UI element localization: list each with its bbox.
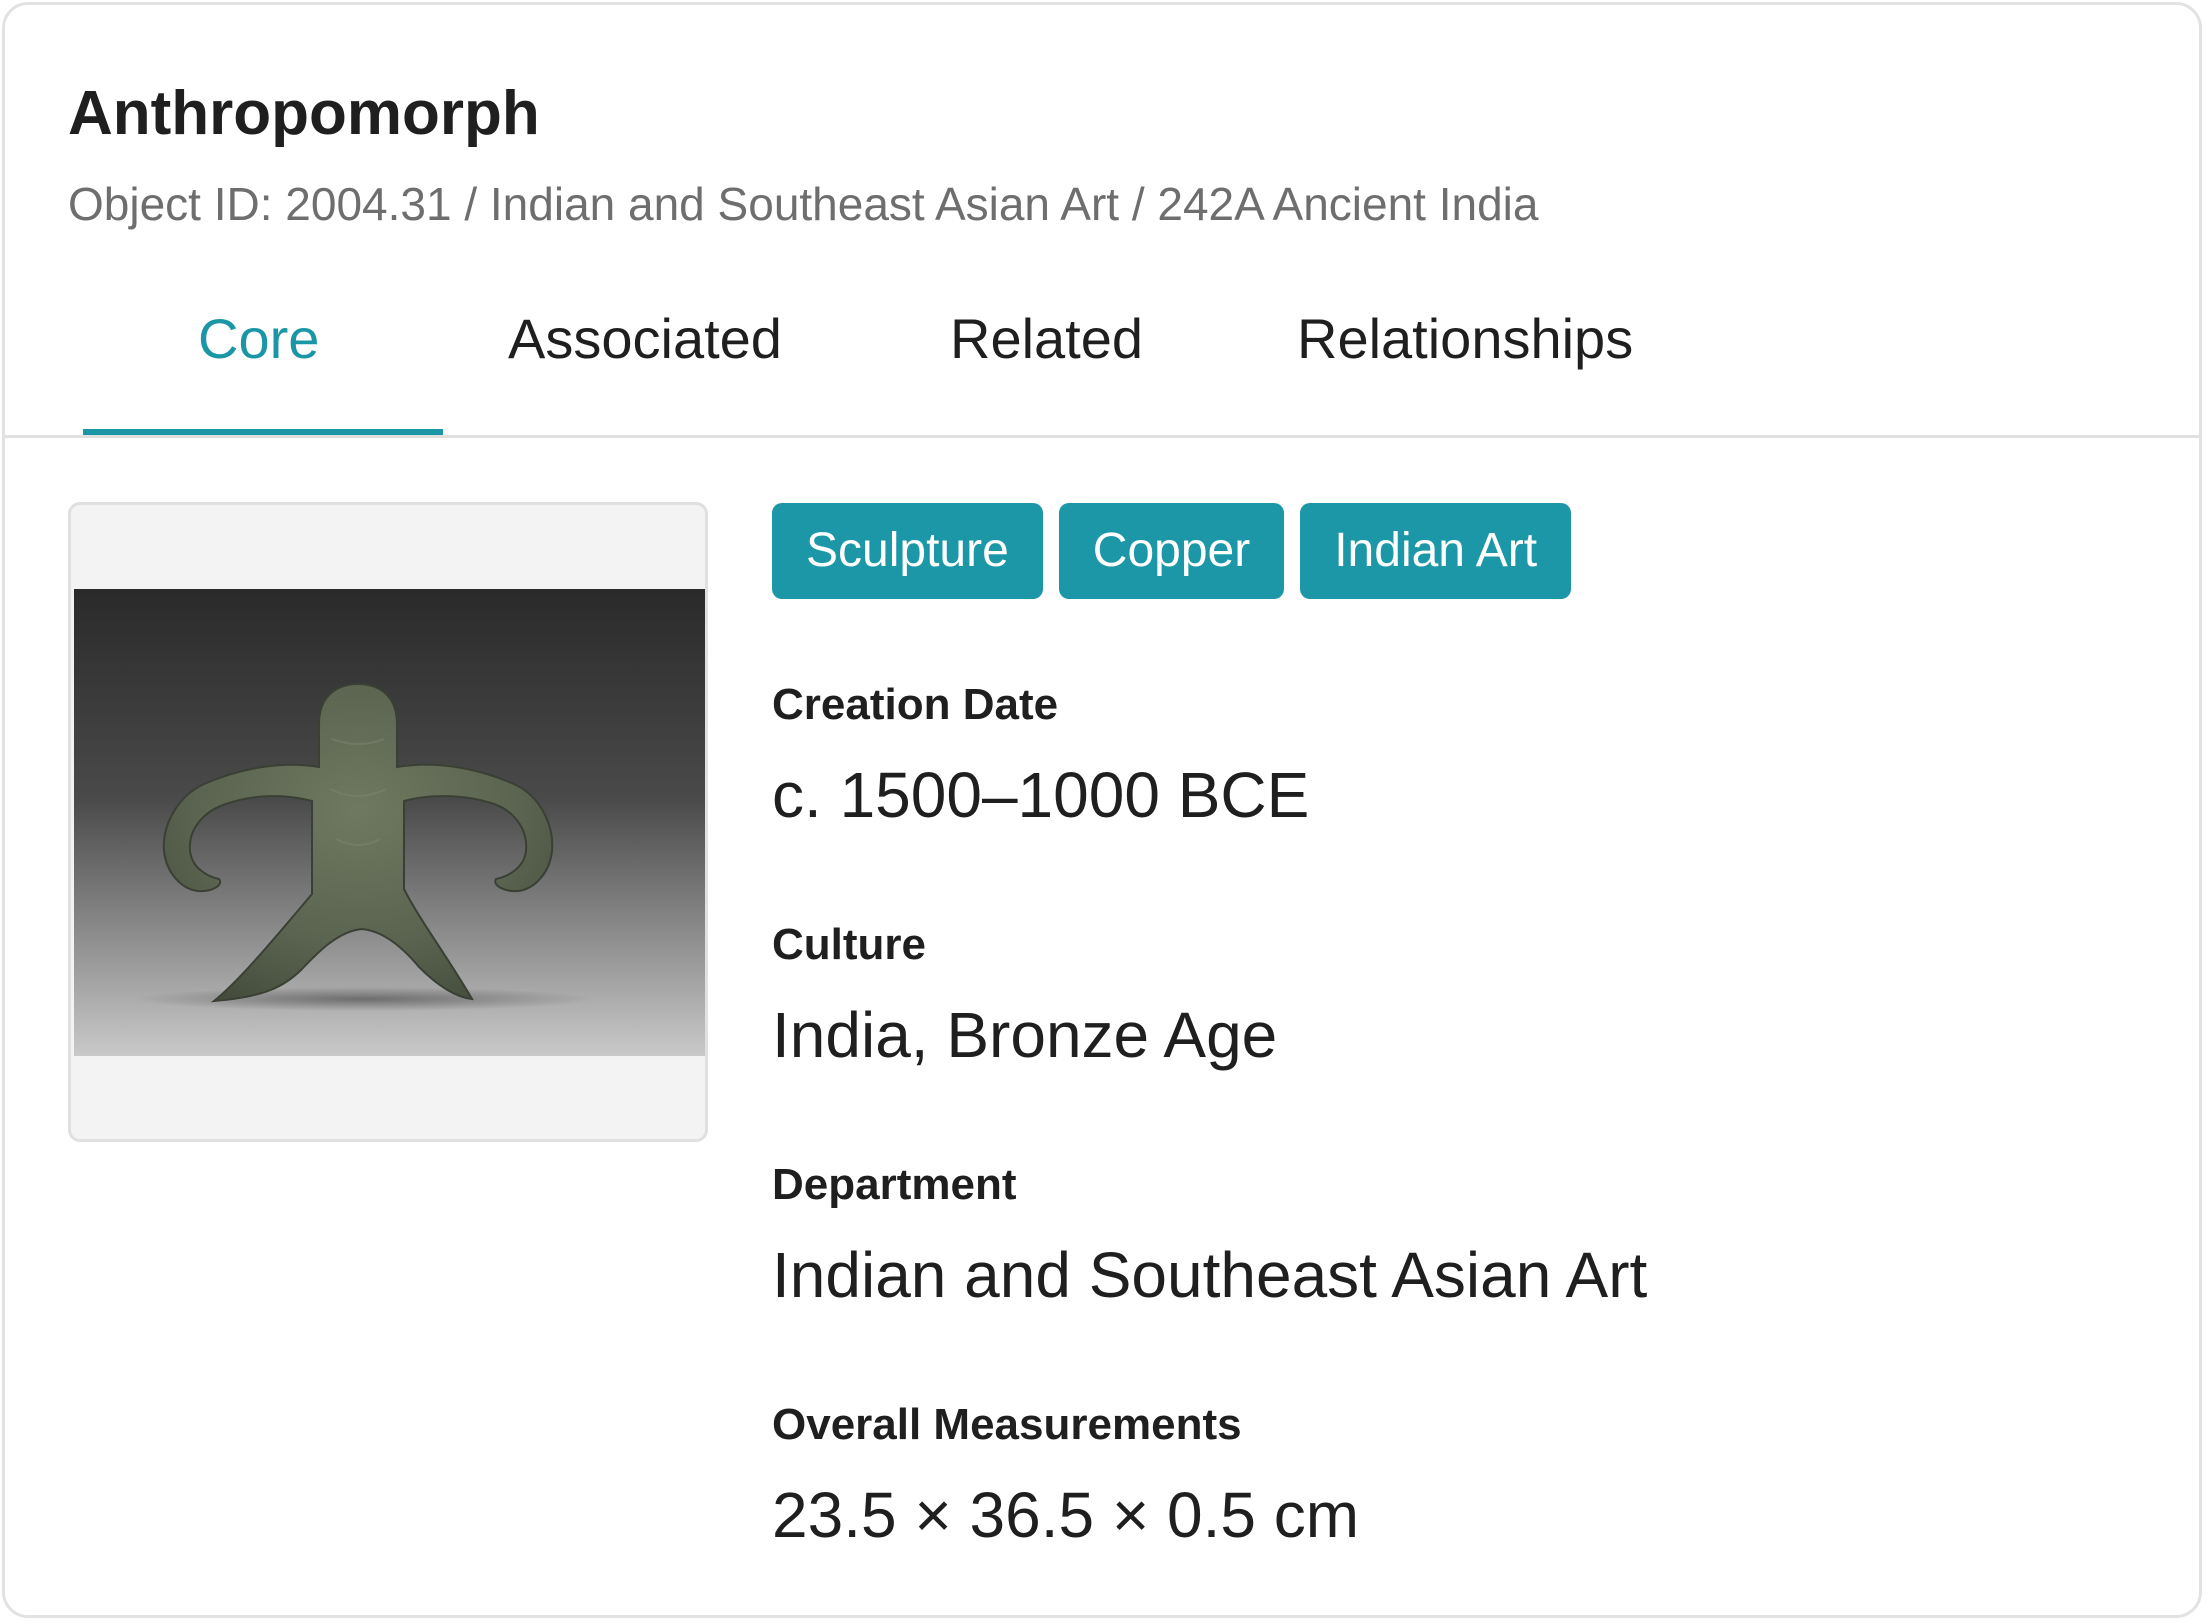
creation-date-value: c. 1500–1000 BCE — [772, 759, 1310, 831]
object-detail-card: Anthropomorph Object ID: 2004.31 / India… — [2, 2, 2202, 1618]
tab-core[interactable]: Core — [198, 311, 319, 367]
active-tab-indicator — [83, 429, 443, 435]
culture-value: India, Bronze Age — [772, 999, 1278, 1071]
tag-indian-art[interactable]: Indian Art — [1300, 503, 1572, 599]
department-label: Department — [772, 1160, 1017, 1209]
tab-bar: Core Associated Related Relationships — [5, 285, 2199, 438]
object-image-frame[interactable] — [68, 502, 708, 1142]
tab-related[interactable]: Related — [950, 311, 1143, 367]
measurements-value: 23.5 × 36.5 × 0.5 cm — [772, 1479, 1360, 1551]
page-title: Anthropomorph — [68, 79, 540, 148]
tag-copper[interactable]: Copper — [1058, 503, 1285, 599]
breadcrumb: Object ID: 2004.31 / Indian and Southeas… — [68, 178, 1539, 230]
department-value: Indian and Southeast Asian Art — [772, 1239, 1648, 1311]
measurements-label: Overall Measurements — [772, 1400, 1242, 1449]
creation-date-label: Creation Date — [772, 680, 1059, 729]
tag-list: Sculpture Copper Indian Art — [772, 503, 1572, 599]
tab-relationships[interactable]: Relationships — [1297, 311, 1633, 367]
object-photo — [74, 589, 705, 1056]
tag-sculpture[interactable]: Sculpture — [772, 503, 1043, 599]
tab-associated[interactable]: Associated — [508, 311, 782, 367]
culture-label: Culture — [772, 920, 926, 969]
